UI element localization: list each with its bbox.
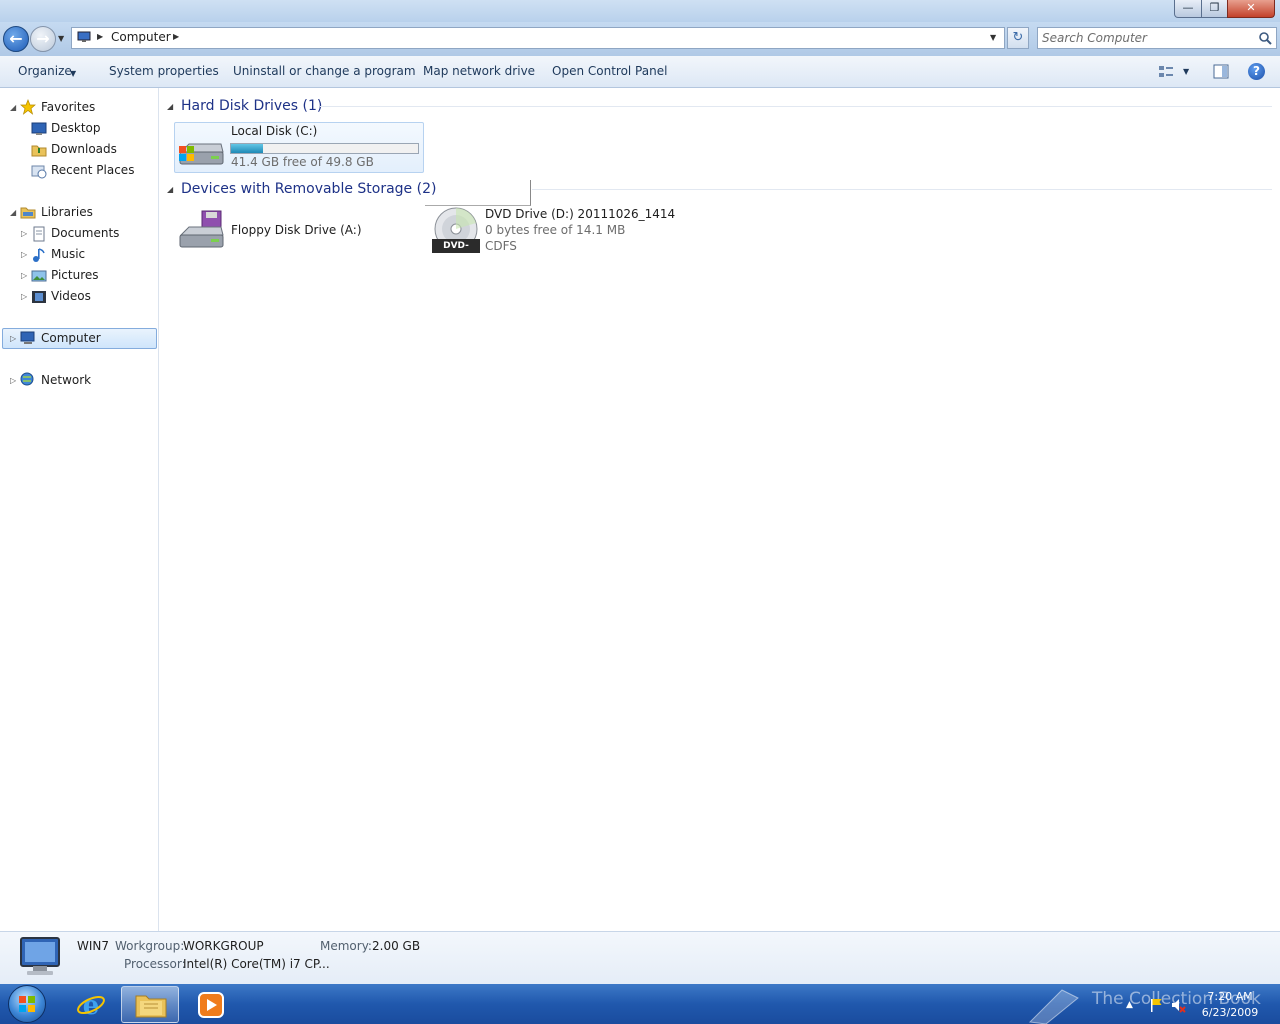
selection-outline (425, 180, 531, 206)
collapse-arrow-icon[interactable]: ◢ (10, 208, 16, 217)
drive-free-space: 0 bytes free of 14.1 MB (485, 223, 626, 237)
tray-clock-time[interactable]: 7:20 AM (1200, 990, 1260, 1003)
nav-desktop[interactable]: Desktop (51, 121, 101, 135)
nav-network[interactable]: Network (41, 373, 91, 387)
nav-recent-places[interactable]: Recent Places (51, 163, 134, 177)
drive-name: Floppy Disk Drive (A:) (231, 223, 362, 237)
help-icon[interactable]: ? (1248, 63, 1265, 80)
expand-arrow-icon[interactable]: ▷ (10, 376, 16, 385)
windows-logo-icon (19, 996, 35, 1012)
expand-arrow-icon[interactable]: ▷ (10, 334, 16, 343)
pictures-icon (31, 270, 47, 282)
nav-documents[interactable]: Documents (51, 226, 119, 240)
drive-name: Local Disk (C:) (231, 124, 318, 138)
music-note-icon (33, 248, 45, 262)
address-history-dropdown-icon[interactable]: ▼ (990, 33, 996, 42)
workgroup-value: WORKGROUP (183, 939, 264, 953)
volume-muted-icon[interactable] (1170, 997, 1186, 1013)
memory-value: 2.00 GB (372, 939, 421, 953)
nav-pictures[interactable]: Pictures (51, 268, 99, 282)
explorer-folder-icon (135, 995, 167, 1018)
libraries-icon (20, 207, 36, 219)
minimize-button[interactable]: — (1174, 0, 1202, 18)
expand-arrow-icon[interactable]: ▷ (21, 229, 27, 238)
search-input[interactable] (1042, 29, 1252, 47)
maximize-button[interactable]: ❐ (1201, 0, 1228, 18)
media-player-icon (198, 992, 224, 1018)
documents-icon (33, 226, 45, 242)
open-control-panel-button[interactable]: Open Control Panel (552, 64, 667, 78)
expand-arrow-icon[interactable]: ▷ (21, 271, 27, 280)
taskbar-internet-explorer[interactable]: e (62, 986, 120, 1023)
svg-text:e: e (83, 991, 100, 1020)
hard-disk-drives-header[interactable]: Hard Disk Drives (1) (181, 98, 322, 114)
nav-computer[interactable]: Computer (41, 331, 101, 345)
recent-places-icon (31, 165, 47, 179)
drive-filesystem: CDFS (485, 239, 517, 253)
group-divider (532, 189, 1272, 190)
disk-usage-bar-fill (231, 144, 263, 153)
removable-storage-header[interactable]: Devices with Removable Storage (2) (181, 181, 436, 197)
computer-icon (77, 31, 91, 42)
collapse-group-icon[interactable]: ◢ (167, 102, 173, 111)
expand-arrow-icon[interactable]: ▷ (21, 292, 27, 301)
recent-pages-dropdown-icon[interactable]: ▼ (58, 34, 64, 43)
start-button[interactable] (8, 985, 46, 1023)
floppy-drive-icon (179, 210, 224, 248)
collapse-group-icon[interactable]: ◢ (167, 185, 173, 194)
preview-pane-icon[interactable] (1213, 64, 1229, 79)
favorites-star-icon (20, 99, 36, 115)
disk-usage-bar (230, 143, 419, 154)
network-globe-icon (20, 372, 34, 386)
nav-downloads[interactable]: Downloads (51, 142, 117, 156)
uninstall-program-button[interactable]: Uninstall or change a program (233, 64, 416, 78)
computer-monitor-icon (20, 937, 60, 975)
taskbar-windows-explorer[interactable] (121, 986, 179, 1023)
search-icon[interactable] (1258, 31, 1272, 45)
computer-name: WIN7 (77, 939, 110, 953)
address-bar[interactable]: ▶ Computer ▶ ▼ (71, 27, 1005, 49)
show-hidden-icons-icon[interactable]: ▲ (1126, 1000, 1133, 1010)
search-box[interactable] (1037, 27, 1277, 49)
collapse-arrow-icon[interactable]: ◢ (10, 103, 16, 112)
tray-clock-date[interactable]: 6/23/2009 (1200, 1006, 1260, 1019)
hard-drive-windows-icon (179, 143, 224, 165)
change-view-icon[interactable] (1158, 64, 1174, 80)
organize-button[interactable]: Organize (18, 64, 72, 78)
dvd-rom-badge: DVD-ROM (432, 239, 480, 265)
nav-favorites[interactable]: Favorites (41, 100, 95, 114)
forward-button[interactable]: → (30, 26, 56, 52)
processor-label: Processor: (124, 957, 186, 971)
expand-arrow-icon[interactable]: ▷ (21, 250, 27, 259)
processor-value: Intel(R) Core(TM) i7 CP... (183, 957, 330, 971)
map-network-drive-button[interactable]: Map network drive (423, 64, 535, 78)
computer-icon (20, 331, 35, 344)
nav-libraries[interactable]: Libraries (41, 205, 93, 219)
taskbar-media-player[interactable] (182, 986, 240, 1023)
nav-music[interactable]: Music (51, 247, 85, 261)
drive-free-space: 41.4 GB free of 49.8 GB (231, 155, 374, 169)
back-button[interactable]: ← (3, 26, 29, 52)
watermark-book-icon (1028, 989, 1079, 1024)
videos-film-icon (32, 291, 46, 303)
refresh-button[interactable]: ↻ (1007, 27, 1029, 49)
group-divider (320, 106, 1272, 107)
workgroup-label: Workgroup: (115, 939, 185, 953)
internet-explorer-icon: e (77, 991, 105, 1020)
breadcrumb-separator-icon[interactable]: ▶ (97, 32, 103, 41)
memory-label: Memory: (320, 939, 372, 953)
breadcrumb-separator-icon[interactable]: ▶ (173, 32, 179, 41)
system-properties-button[interactable]: System properties (109, 64, 219, 78)
action-center-flag-icon[interactable] (1148, 997, 1164, 1013)
view-options-dropdown-icon[interactable]: ▼ (1183, 67, 1189, 76)
close-button[interactable]: ✕ (1227, 0, 1275, 18)
nav-videos[interactable]: Videos (51, 289, 91, 303)
desktop-icon (31, 122, 47, 135)
drive-name: DVD Drive (D:) 20111026_1414 (485, 207, 676, 221)
window-title-bar[interactable] (0, 0, 1280, 22)
breadcrumb-computer[interactable]: Computer (111, 30, 171, 44)
chevron-down-icon[interactable]: ▼ (70, 69, 76, 78)
downloads-folder-icon (31, 145, 47, 157)
